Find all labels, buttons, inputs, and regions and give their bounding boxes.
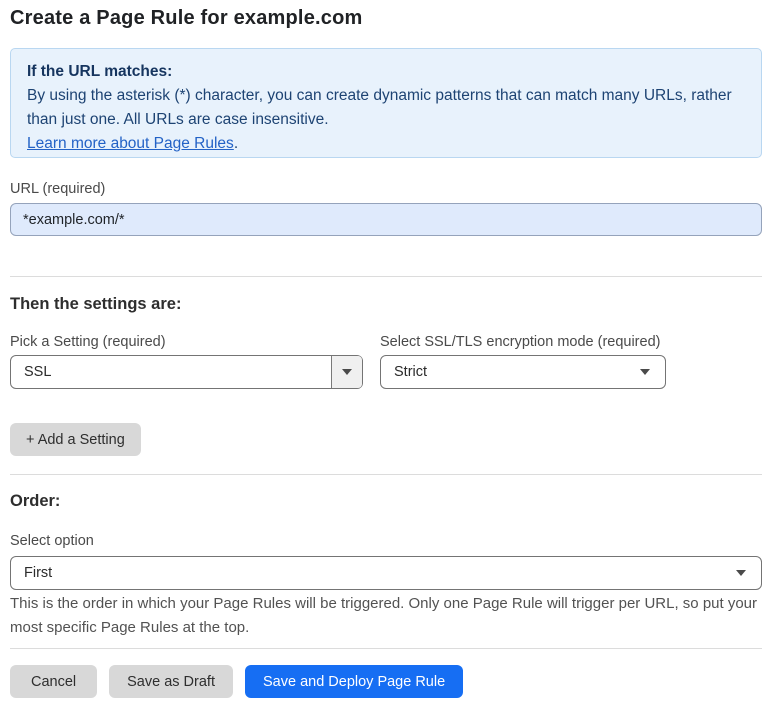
chevron-down-icon [736,570,746,576]
settings-section-heading: Then the settings are: [10,295,182,313]
save-deploy-button[interactable]: Save and Deploy Page Rule [244,665,464,698]
url-field-label: URL (required) [10,181,106,197]
divider [10,474,762,475]
link-period: . [233,135,239,152]
ssl-mode-select[interactable]: Strict [380,355,666,389]
save-draft-button[interactable]: Save as Draft [109,665,233,698]
pick-setting-value: SSL [24,364,52,380]
chevron-down-icon [342,369,352,375]
order-select-value: First [24,565,53,581]
info-box-body: By using the asterisk (*) character, you… [27,87,732,128]
pick-setting-select[interactable]: SSL [10,355,363,389]
order-select[interactable]: First [10,556,762,590]
divider [10,276,762,277]
cancel-button[interactable]: Cancel [10,665,98,698]
order-help-text: This is the order in which your Page Rul… [10,595,758,636]
url-match-info-box: If the URL matches: By using the asteris… [10,48,762,158]
order-select-label: Select option [10,533,94,549]
divider [10,648,762,649]
page-title: Create a Page Rule for example.com [10,7,363,29]
pick-setting-caret-button[interactable] [331,356,362,388]
ssl-mode-label: Select SSL/TLS encryption mode (required… [380,334,661,350]
order-section-heading: Order: [10,492,61,510]
pick-setting-label: Pick a Setting (required) [10,334,166,350]
chevron-down-icon [640,369,650,375]
info-box-heading: If the URL matches: [27,63,173,80]
learn-more-link[interactable]: Learn more about Page Rules [27,135,234,152]
ssl-mode-value: Strict [394,364,428,380]
create-page-rule-form: Create a Page Rule for example.com If th… [0,0,772,711]
footer-button-row: Cancel Save as Draft Save and Deploy Pag… [10,665,464,698]
url-input[interactable] [10,203,762,236]
add-setting-button[interactable]: + Add a Setting [10,423,141,456]
